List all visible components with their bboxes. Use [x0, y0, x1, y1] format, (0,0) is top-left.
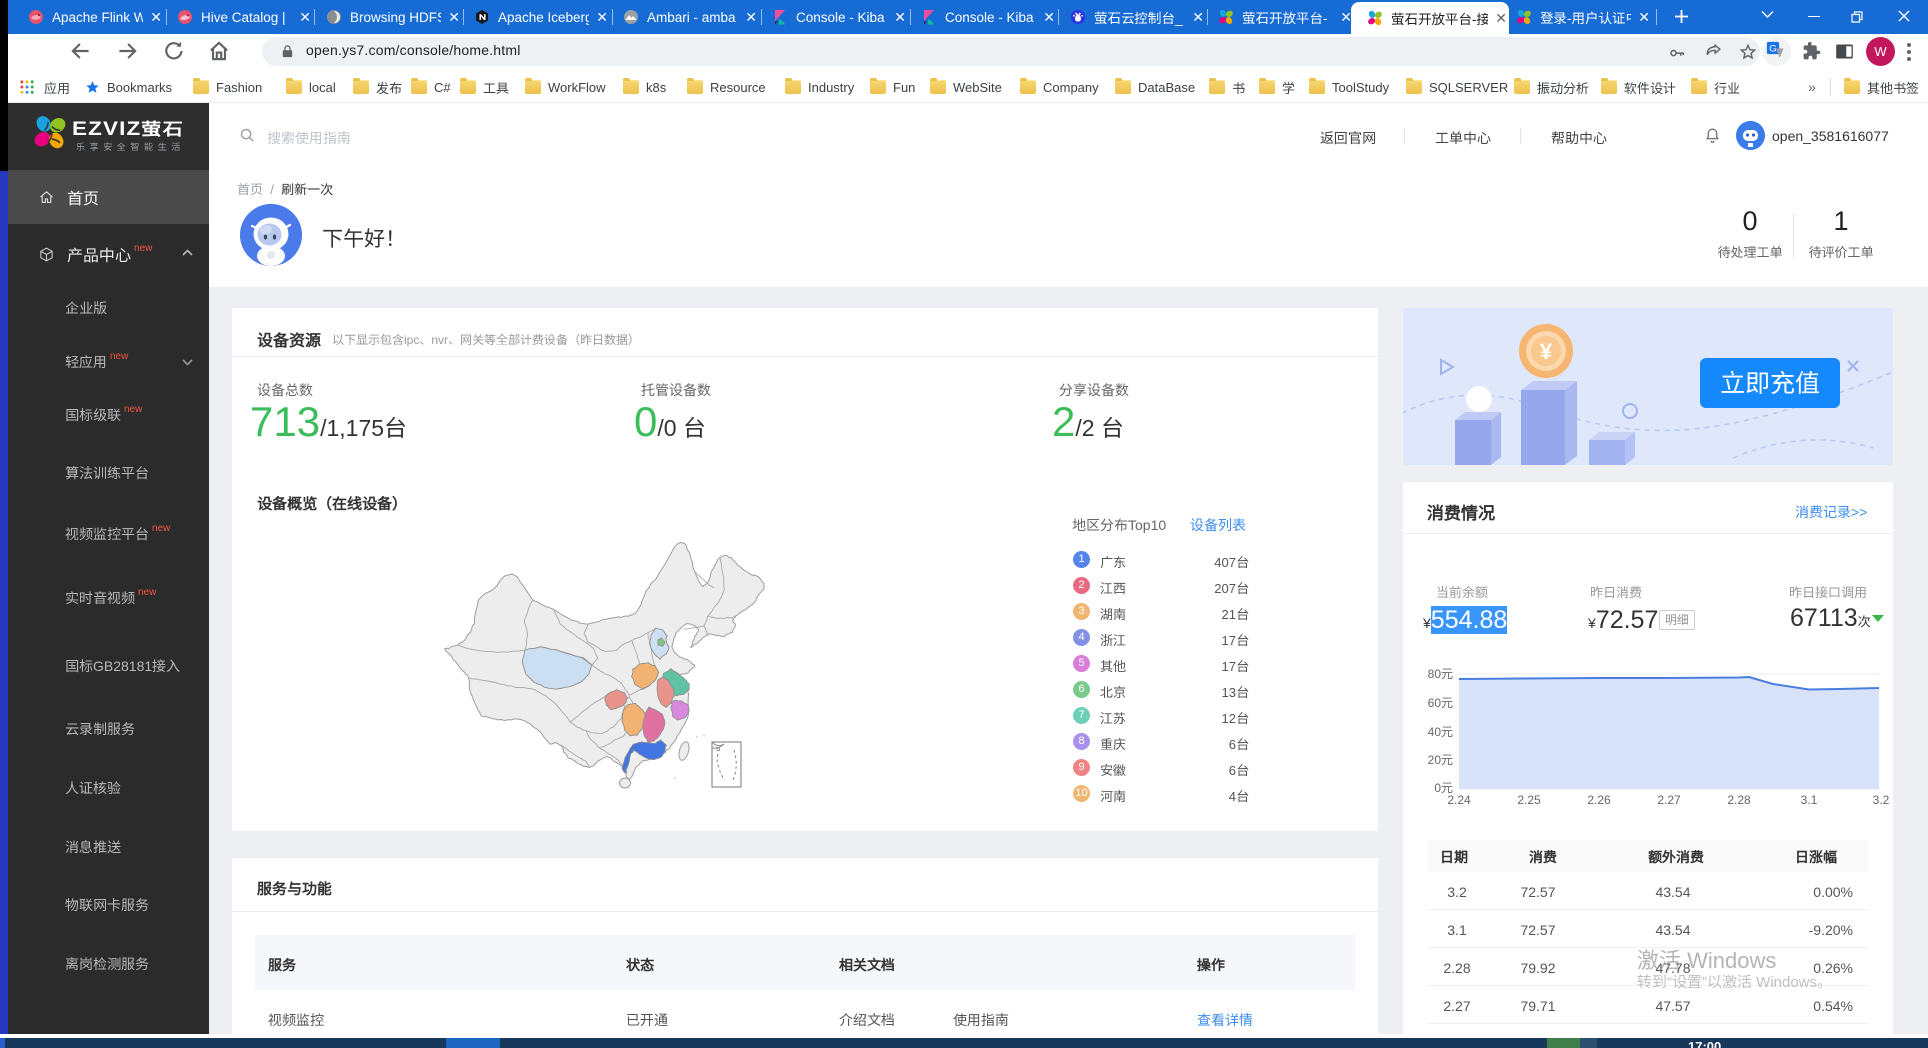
svg-text:60元: 60元 [1428, 696, 1453, 710]
svg-text:G: G [1769, 44, 1776, 55]
svg-text:2.25: 2.25 [1517, 793, 1541, 807]
svg-text:立即充值: 立即充值 [1720, 370, 1820, 398]
svg-text:3.1: 3.1 [1801, 793, 1818, 807]
svg-text:3.2: 3.2 [1873, 793, 1890, 807]
svg-text:2.24: 2.24 [1447, 793, 1471, 807]
svg-text:20元: 20元 [1428, 753, 1453, 767]
svg-text:¥: ¥ [1540, 339, 1553, 364]
svg-text:80元: 80元 [1428, 667, 1453, 681]
svg-text:40元: 40元 [1428, 725, 1453, 739]
svg-text:2.28: 2.28 [1727, 793, 1751, 807]
svg-text:2.26: 2.26 [1587, 793, 1611, 807]
svg-text:2.27: 2.27 [1657, 793, 1681, 807]
